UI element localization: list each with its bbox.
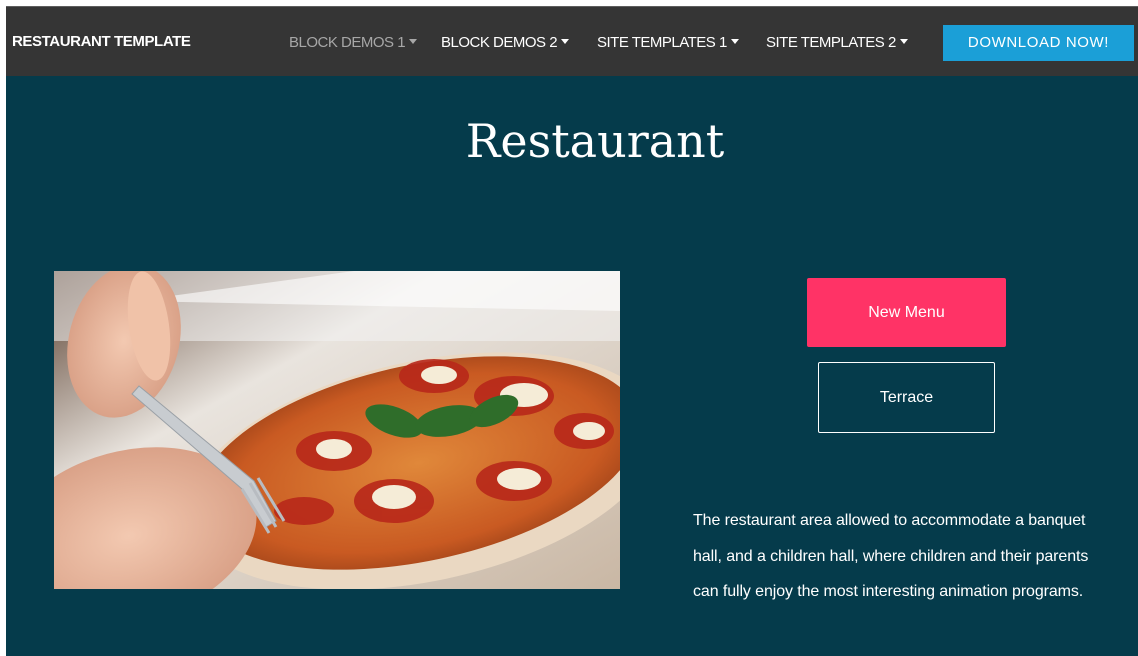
pizza-photo xyxy=(54,271,620,589)
nav-site-templates-1[interactable]: SITE TEMPLATES 1 xyxy=(597,34,739,51)
nav-item-label: SITE TEMPLATES 2 xyxy=(766,34,896,51)
download-now-button[interactable]: DOWNLOAD NOW! xyxy=(943,25,1134,61)
nav-item-label: BLOCK DEMOS 1 xyxy=(289,34,406,51)
nav-site-templates-2[interactable]: SITE TEMPLATES 2 xyxy=(766,34,908,51)
caret-down-icon xyxy=(409,39,418,44)
top-navbar: RESTAURANT TEMPLATE BLOCK DEMOS 1 BLOCK … xyxy=(6,6,1138,76)
caret-down-icon xyxy=(561,39,570,44)
page-title: Restaurant xyxy=(465,114,725,168)
caret-down-icon xyxy=(899,39,908,44)
nav-item-label: BLOCK DEMOS 2 xyxy=(441,34,558,51)
nav-block-demos-1[interactable]: BLOCK DEMOS 1 xyxy=(289,34,418,51)
brand-logo[interactable]: RESTAURANT TEMPLATE xyxy=(12,33,191,50)
new-menu-button[interactable]: New Menu xyxy=(807,278,1006,347)
terrace-button[interactable]: Terrace xyxy=(818,362,995,433)
restaurant-description: The restaurant area allowed to accommoda… xyxy=(693,512,1089,600)
nav-item-label: SITE TEMPLATES 1 xyxy=(597,34,727,51)
page-frame: RESTAURANT TEMPLATE BLOCK DEMOS 1 BLOCK … xyxy=(6,6,1138,656)
caret-down-icon xyxy=(730,39,739,44)
nav-block-demos-2[interactable]: BLOCK DEMOS 2 xyxy=(441,34,570,51)
